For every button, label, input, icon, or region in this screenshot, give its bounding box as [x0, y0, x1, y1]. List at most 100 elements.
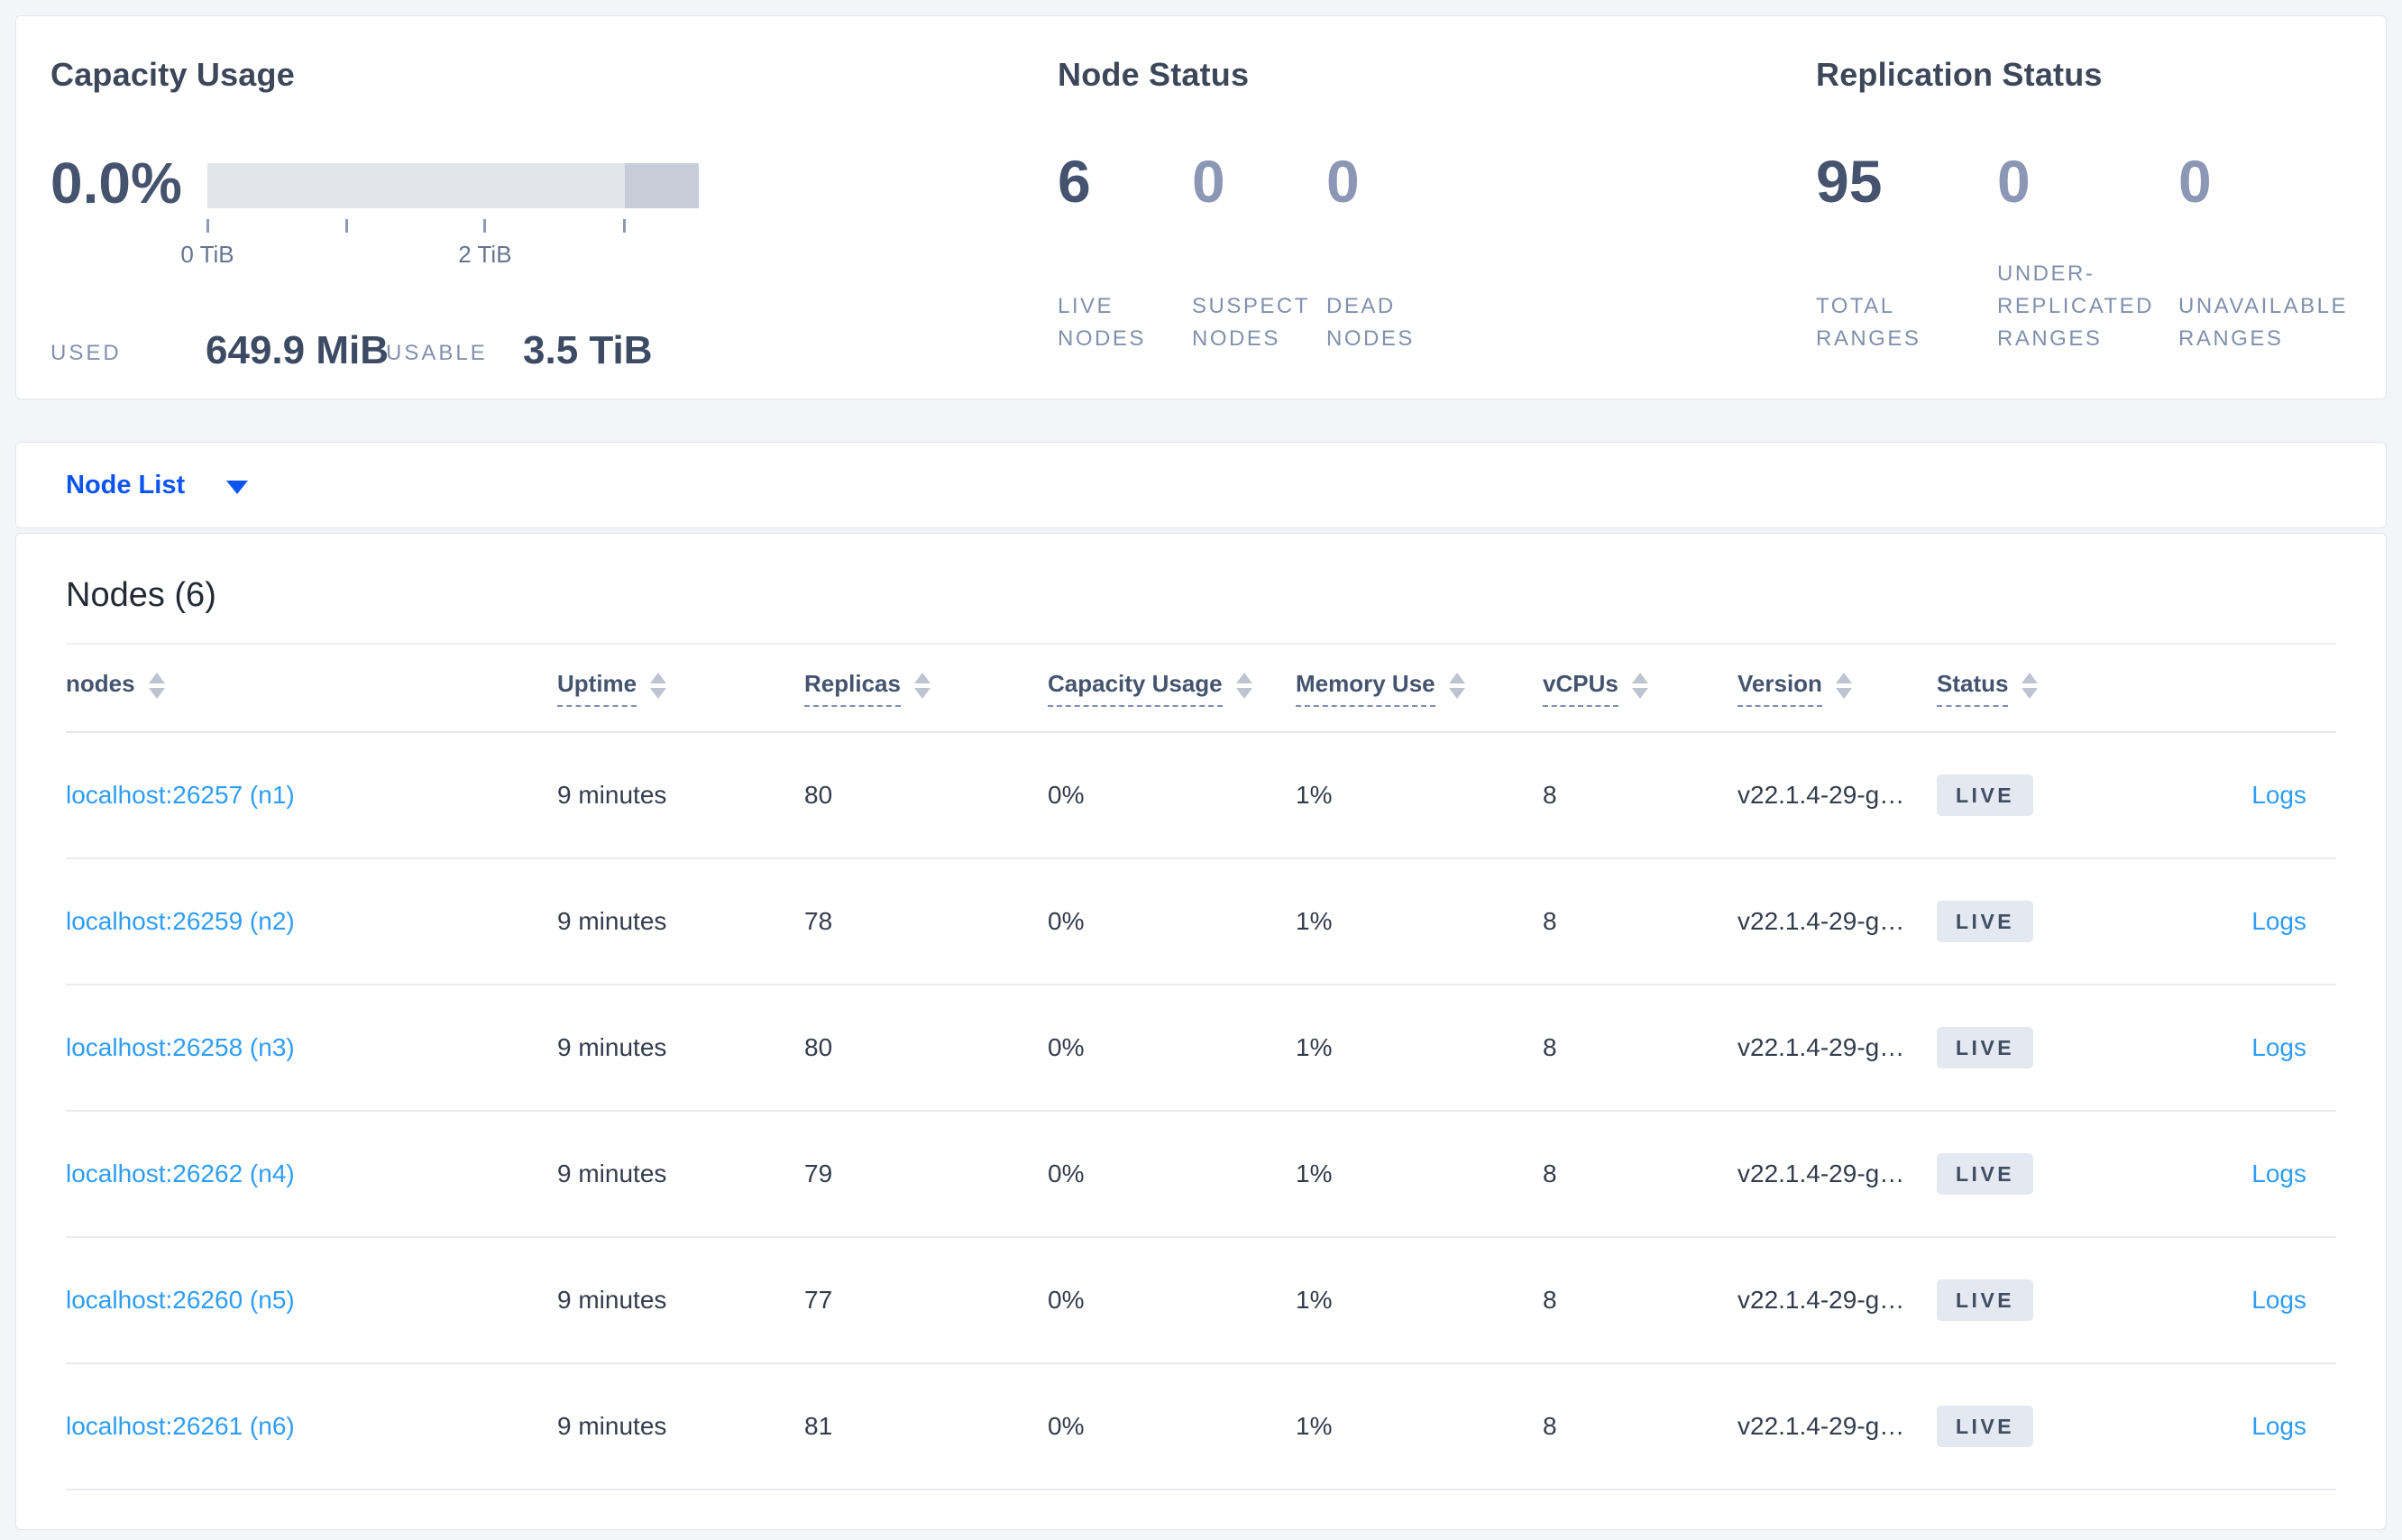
used-value: 649.9 MiB — [206, 328, 389, 372]
tick-mark — [623, 219, 627, 233]
summary-stat-label: LIVE NODES — [1058, 294, 1146, 351]
capacity-axis-tick: 2 TiB — [413, 219, 557, 269]
node-status-title: Node Status — [1058, 56, 1250, 93]
tick-label: 0 TiB — [180, 241, 234, 268]
nodes-table-header: nodes Uptime Replicas Capacity Usage Mem… — [66, 645, 2336, 733]
node-table-row: localhost:26259 (n2) 9 minutes 78 0% 1% … — [66, 859, 2336, 985]
cell-node: localhost:26261 (n6) — [66, 1412, 557, 1441]
node-table-row: localhost:26261 (n6) 9 minutes 81 0% 1% … — [66, 1364, 2336, 1490]
cell-status: LIVE — [1937, 775, 2117, 816]
sort-down-triangle — [1835, 687, 1852, 699]
node-link[interactable]: localhost:26261 (n6) — [66, 1412, 295, 1440]
logs-link[interactable]: Logs — [2251, 781, 2306, 809]
cell-logs: Logs — [2117, 1160, 2336, 1188]
sort-up-triangle — [1448, 672, 1465, 683]
logs-link[interactable]: Logs — [2251, 1033, 2306, 1061]
capacity-bar-block: 0 TiB 2 TiB — [180, 163, 699, 284]
nodes-table-card: Nodes (6) nodes Uptime Replicas Capacity… — [15, 533, 2387, 1530]
sort-icon — [1835, 672, 1852, 699]
cell-memory: 1% — [1296, 1160, 1333, 1187]
chevron-down-icon — [226, 480, 249, 494]
summary-stat-value: 6 — [1058, 148, 1091, 215]
column-header-label: Uptime — [557, 670, 637, 707]
cell-replicas: 79 — [804, 1160, 833, 1187]
cell-capacity: 0% — [1048, 1160, 1085, 1187]
sort-up-triangle — [913, 672, 931, 683]
cell-replicas: 77 — [804, 1286, 833, 1314]
sort-up-triangle — [1835, 672, 1852, 683]
logs-link[interactable]: Logs — [2251, 1412, 2306, 1440]
column-header[interactable] — [2117, 683, 2336, 692]
summary-stat-value: 0 — [1326, 148, 1360, 215]
status-badge: LIVE — [1937, 1406, 2034, 1447]
summary-stat-label: UNDER- REPLICATED RANGES — [1997, 261, 2154, 351]
capacity-axis-tick — [274, 219, 418, 241]
column-header[interactable]: Version — [1737, 670, 1937, 707]
cell-logs: Logs — [2117, 1286, 2336, 1315]
sort-down-triangle — [1448, 687, 1465, 699]
summary-stat-label: SUSPECT NODES — [1192, 294, 1310, 351]
logs-link[interactable]: Logs — [2251, 1286, 2306, 1314]
sort-icon — [650, 672, 667, 699]
node-link[interactable]: localhost:26260 (n5) — [66, 1286, 295, 1314]
column-header[interactable]: Status — [1937, 670, 2117, 707]
cell-logs: Logs — [2117, 781, 2336, 810]
cell-logs: Logs — [2117, 907, 2336, 936]
node-link[interactable]: localhost:26259 (n2) — [66, 907, 295, 935]
node-link[interactable]: localhost:26257 (n1) — [66, 781, 295, 809]
sort-down-triangle — [1235, 687, 1252, 699]
column-header[interactable]: Uptime — [557, 670, 804, 707]
status-badge: LIVE — [1937, 1279, 2034, 1321]
sort-down-triangle — [148, 687, 165, 699]
capacity-used-percent: 0.0% — [50, 151, 182, 215]
summary-stat-value: 95 — [1816, 148, 1883, 215]
logs-link[interactable]: Logs — [2251, 907, 2306, 935]
summary-stat: 0 DEAD NODES — [1326, 151, 1461, 355]
column-header[interactable]: Replicas — [804, 670, 1048, 707]
logs-link[interactable]: Logs — [2251, 1160, 2306, 1187]
column-header[interactable]: Memory Use — [1296, 670, 1543, 707]
cell-replicas: 80 — [804, 1033, 833, 1061]
column-header-label: nodes — [66, 669, 135, 697]
column-header[interactable]: nodes — [66, 670, 557, 707]
cell-status: LIVE — [1937, 901, 2117, 942]
summary-stat: 0 UNAVAILABLE RANGES — [2178, 151, 2360, 355]
node-link[interactable]: localhost:26258 (n3) — [66, 1033, 295, 1061]
tick-mark — [206, 219, 209, 233]
nodes-table-body: localhost:26257 (n1) 9 minutes 80 0% 1% … — [66, 733, 2336, 1490]
node-list-dropdown[interactable]: Node List — [66, 471, 249, 500]
cell-logs: Logs — [2117, 1412, 2336, 1441]
capacity-axis-tick: 0 TiB — [135, 219, 280, 269]
column-header[interactable]: Capacity Usage — [1048, 670, 1296, 707]
status-badge: LIVE — [1937, 1027, 2034, 1068]
cell-version: v22.1.4-29-g… — [1737, 1033, 1905, 1061]
cell-replicas: 78 — [804, 907, 833, 935]
cell-version: v22.1.4-29-g… — [1737, 781, 1905, 809]
column-header-label: vCPUs — [1543, 670, 1618, 707]
summary-stat: 6 LIVE NODES — [1058, 151, 1192, 355]
cell-capacity: 0% — [1048, 781, 1085, 809]
sort-up-triangle — [148, 672, 165, 683]
cell-memory: 1% — [1296, 1286, 1333, 1314]
column-header-label: Replicas — [804, 670, 901, 707]
cell-status: LIVE — [1937, 1153, 2117, 1195]
cluster-summary-card: Capacity Usage Node Status Replication S… — [15, 15, 2387, 399]
cell-uptime: 9 minutes — [557, 1160, 667, 1187]
cell-memory: 1% — [1296, 1033, 1333, 1061]
column-header[interactable]: vCPUs — [1543, 670, 1737, 707]
cell-node: localhost:26259 (n2) — [66, 907, 557, 936]
capacity-axis-tick — [553, 219, 697, 241]
cell-vcpus: 8 — [1543, 907, 1557, 935]
replication-status-title: Replication Status — [1816, 56, 2103, 93]
cell-memory: 1% — [1296, 781, 1333, 809]
capacity-bar-segment — [624, 163, 699, 208]
cell-vcpus: 8 — [1543, 1033, 1557, 1061]
cell-vcpus: 8 — [1543, 1412, 1557, 1440]
summary-stat-value: 0 — [1997, 148, 2031, 215]
summary-stat-label: TOTAL RANGES — [1816, 294, 1921, 351]
cell-node: localhost:26260 (n5) — [66, 1286, 557, 1315]
sort-icon — [1235, 672, 1252, 699]
column-header-label: Capacity Usage — [1048, 670, 1223, 707]
node-link[interactable]: localhost:26262 (n4) — [66, 1160, 295, 1187]
cell-capacity: 0% — [1048, 1412, 1085, 1440]
